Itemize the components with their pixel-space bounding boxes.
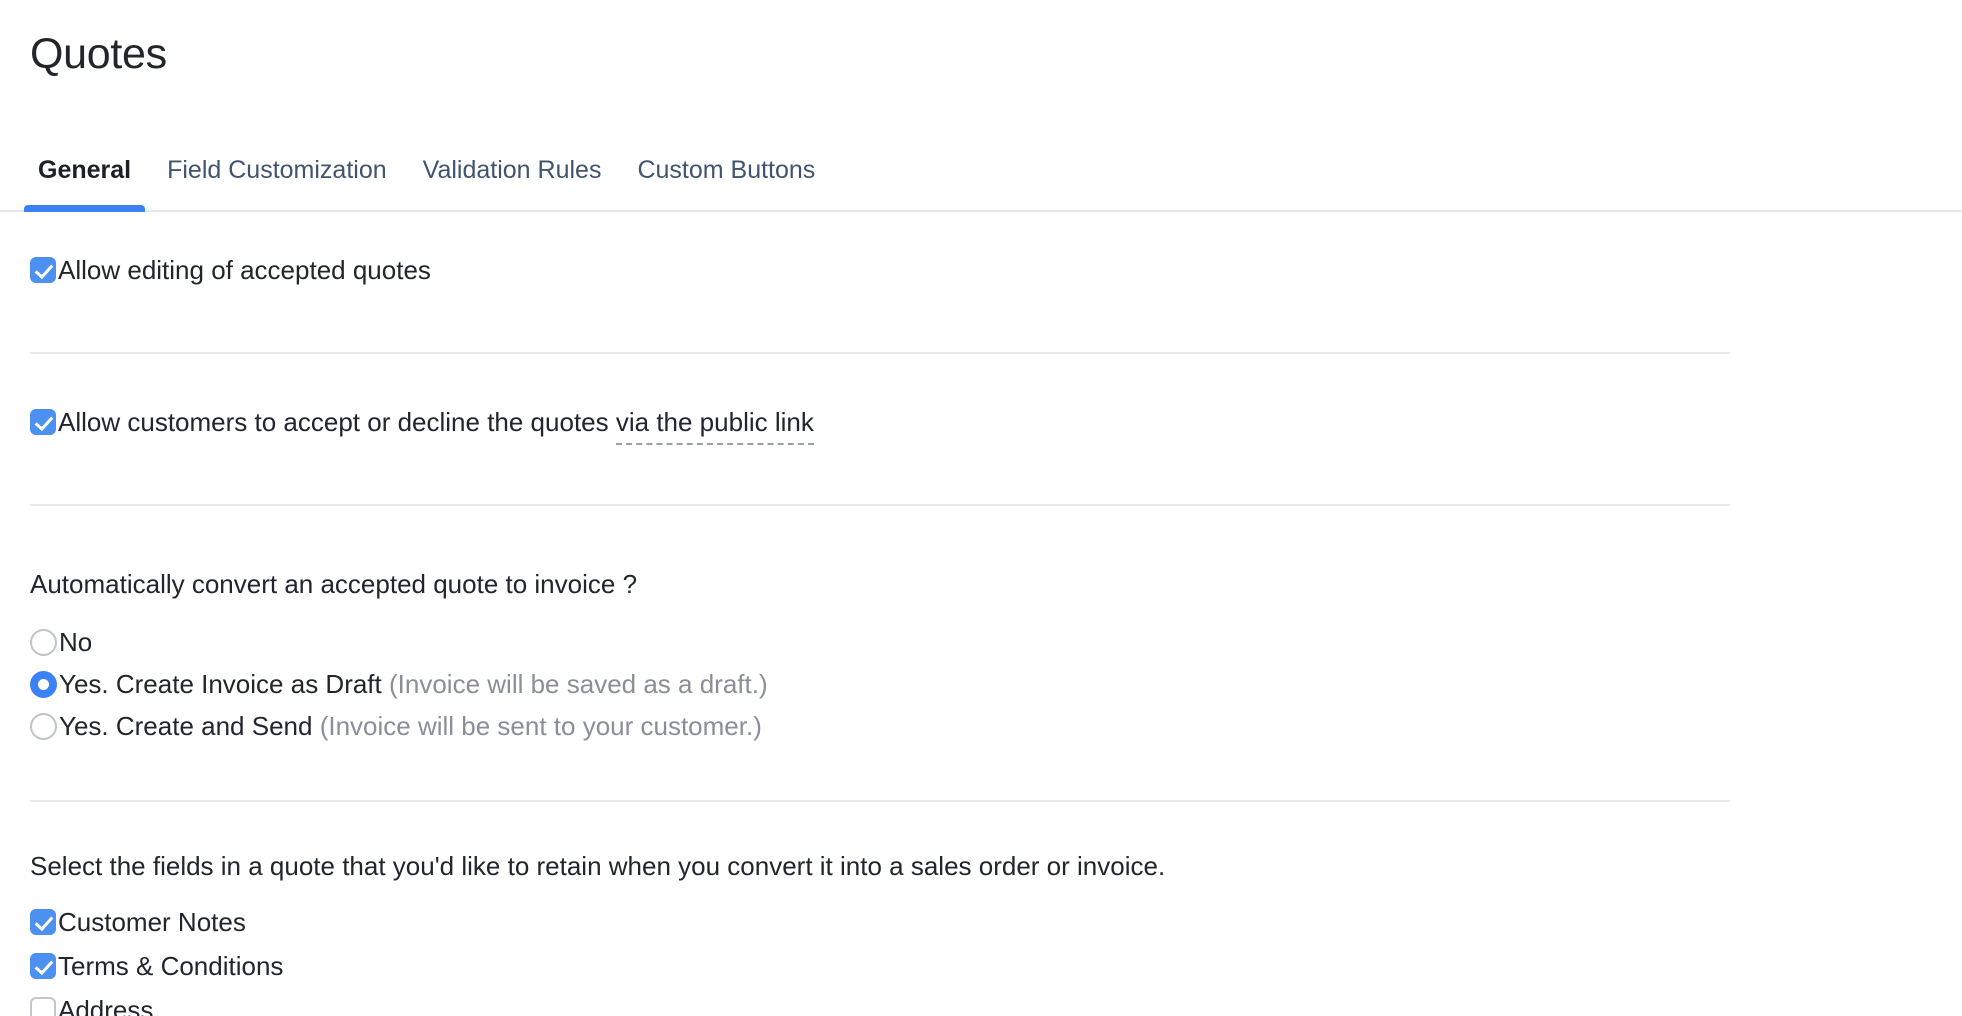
retain-customer-notes-label[interactable]: Customer Notes [56,906,246,938]
retain-address-checkbox[interactable] [30,997,56,1016]
section-auto-convert: Automatically convert an accepted quote … [0,506,1962,742]
retain-address-label[interactable]: Address [56,994,153,1016]
auto-convert-option-no[interactable]: No [0,626,1962,658]
retain-customer-notes-checkbox[interactable] [30,909,56,935]
allow-editing-checkbox[interactable] [30,257,56,283]
tab-bar: General Field Customization Validation R… [20,155,833,212]
settings-content: Allow editing of accepted quotes Allow c… [0,212,1962,1016]
tab-field-customization[interactable]: Field Customization [149,155,405,212]
auto-convert-question: Automatically convert an accepted quote … [0,568,1962,600]
section-retain-fields: Select the fields in a quote that you'd … [0,802,1962,1016]
radio-yes-draft-label[interactable]: Yes. Create Invoice as Draft (Invoice wi… [57,668,768,700]
retain-field-row[interactable]: Customer Notes [0,906,1962,938]
retain-terms-conditions-label[interactable]: Terms & Conditions [56,950,283,982]
radio-yes-send-helper-text: (Invoice will be sent to your customer.) [320,711,762,741]
page-header: Quotes General Field Customization Valid… [0,0,1962,212]
tab-custom-buttons[interactable]: Custom Buttons [619,155,833,212]
tab-label: Custom Buttons [637,155,815,185]
radio-yes-send[interactable] [30,713,57,740]
radio-no-label[interactable]: No [57,626,92,658]
radio-yes-draft-helper [382,669,389,699]
tab-label: General [38,155,131,185]
radio-no[interactable] [30,629,57,656]
radio-yes-draft[interactable] [30,671,57,698]
radio-yes-draft-text: Yes. Create Invoice as Draft [59,669,382,699]
radio-yes-draft-helper-text: (Invoice will be saved as a draft.) [389,669,768,699]
retain-terms-conditions-checkbox[interactable] [30,953,56,979]
retain-fields-intro: Select the fields in a quote that you'd … [0,850,1962,882]
quotes-settings-page: Quotes General Field Customization Valid… [0,0,1962,1016]
retain-field-row[interactable]: Terms & Conditions [0,950,1962,982]
tab-label: Field Customization [167,155,387,185]
allow-accept-decline-row[interactable]: Allow customers to accept or decline the… [0,406,1962,438]
allow-editing-row[interactable]: Allow editing of accepted quotes [0,254,1962,286]
allow-accept-decline-checkbox[interactable] [30,409,56,435]
page-title: Quotes [30,28,167,80]
section-allow-accept-decline: Allow customers to accept or decline the… [0,354,1962,438]
tab-label: Validation Rules [423,155,602,185]
radio-yes-send-text: Yes. Create and Send [59,711,312,741]
tab-general[interactable]: General [20,155,149,212]
radio-yes-send-label[interactable]: Yes. Create and Send (Invoice will be se… [57,710,762,742]
spacer [312,711,319,741]
allow-accept-decline-text: Allow customers to accept or decline the… [58,407,616,437]
allow-editing-label[interactable]: Allow editing of accepted quotes [56,254,431,286]
section-allow-editing: Allow editing of accepted quotes [0,212,1962,286]
allow-accept-decline-label[interactable]: Allow customers to accept or decline the… [56,406,814,438]
public-link-tooltip-link[interactable]: via the public link [616,407,814,445]
auto-convert-option-yes-send[interactable]: Yes. Create and Send (Invoice will be se… [0,710,1962,742]
auto-convert-option-yes-draft[interactable]: Yes. Create Invoice as Draft (Invoice wi… [0,668,1962,700]
retain-field-row[interactable]: Address [0,994,1962,1016]
tab-validation-rules[interactable]: Validation Rules [405,155,620,212]
